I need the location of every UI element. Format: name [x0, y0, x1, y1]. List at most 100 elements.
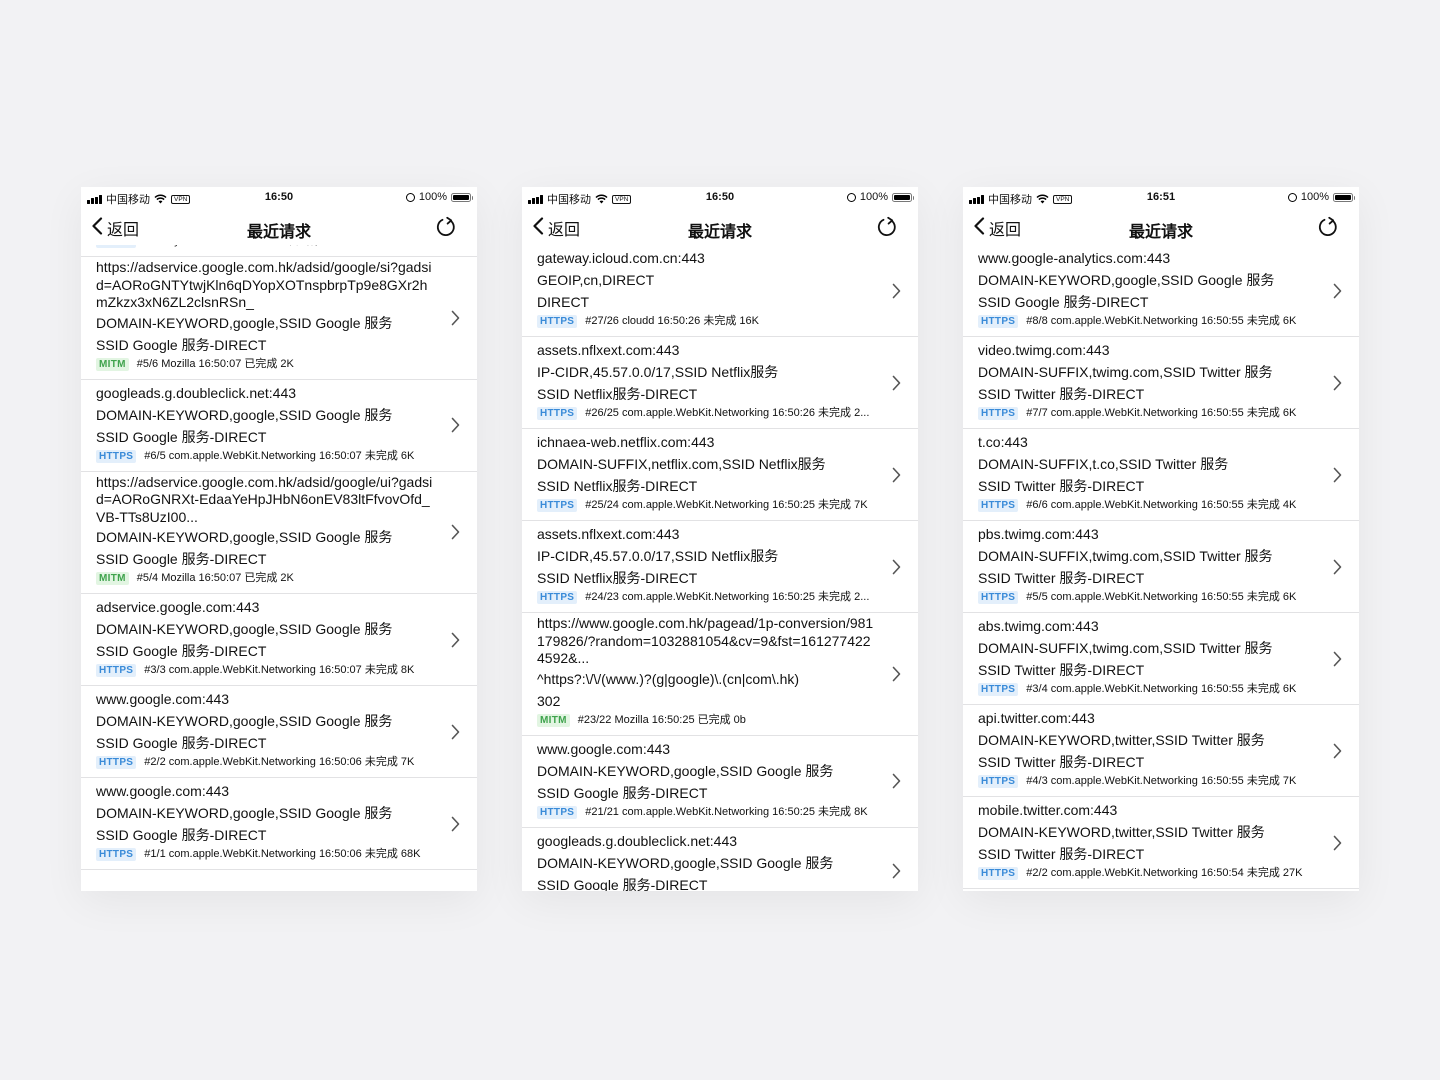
- request-rule: DOMAIN-KEYWORD,google,SSID Google 服务: [537, 854, 834, 871]
- list-item[interactable]: mobile.twitter.com:443 DOMAIN-KEYWORD,twi…: [963, 797, 1359, 889]
- request-policy: SSID Twitter 服务-DIRECT: [978, 386, 1145, 402]
- request-policy: SSID Twitter 服务-DIRECT: [978, 662, 1145, 678]
- protocol-badge: HTTPS: [96, 449, 137, 463]
- request-policy: SSID Netflix服务-DIRECT: [537, 478, 698, 494]
- request-host: ichnaea-web.netflix.com:443: [537, 434, 715, 450]
- list-item[interactable]: www.google.com:443 DOMAIN-KEYWORD,google,…: [522, 736, 918, 828]
- protocol-badge: HTTPS: [96, 848, 137, 861]
- request-meta-text: #3/3 com.apple.WebKit.Networking 16:50:0…: [144, 664, 415, 676]
- request-host: www.google.com:443: [96, 691, 230, 707]
- request-policy: DIRECT: [537, 294, 590, 310]
- request-rule: GEOIP,cn,DIRECT: [537, 272, 655, 288]
- request-list[interactable]: www.google-analytics.com:443 DOMAIN-KEYWO…: [963, 245, 1359, 891]
- protocol-badge: HTTPS: [537, 499, 578, 512]
- request-rule: DOMAIN-KEYWORD,google,SSID Google 服务: [96, 314, 393, 331]
- request-rule: DOMAIN-KEYWORD,google,SSID Google 服务: [96, 805, 393, 821]
- request-host: adservice.google.com:443: [96, 599, 260, 615]
- request-rule: DOMAIN-SUFFIX,netflix.com,SSID Netflix服务: [537, 456, 826, 472]
- request-list[interactable]: HTTPS #7/7 syncdefaultsd 16:50:08 未完成 0b h…: [81, 245, 477, 891]
- status-bar: 中国移动 VPN 16:50 100%: [81, 187, 477, 209]
- status-right: 100%: [1287, 191, 1355, 203]
- chevron-right-icon: [1333, 743, 1342, 759]
- request-policy: SSID Google 服务-DIRECT: [96, 643, 267, 659]
- chevron-right-icon: [892, 666, 901, 682]
- request-meta: HTTPS #5/5 com.apple.WebKit.Networking 16…: [978, 589, 1315, 606]
- request-policy: SSID Twitter 服务-DIRECT: [978, 570, 1145, 586]
- request-meta-text: #7/7 syncdefaultsd 16:50:08 未完成 0b: [144, 245, 333, 250]
- request-meta-text: #24/23 com.apple.WebKit.Networking 16:50…: [585, 591, 870, 603]
- request-meta: HTTPS #26/25 com.apple.WebKit.Networking …: [537, 405, 874, 422]
- protocol-badge: HTTPS: [96, 756, 137, 769]
- list-item[interactable]: abs.twimg.com:443 DOMAIN-SUFFIX,twimg.com…: [963, 613, 1359, 705]
- request-rule: DOMAIN-KEYWORD,google,SSID Google 服务: [537, 762, 834, 779]
- refresh-icon[interactable]: [876, 216, 898, 238]
- battery-percent: 100%: [859, 191, 888, 203]
- request-list[interactable]: gateway.icloud.com.cn:443 GEOIP,cn,DIRECT…: [522, 245, 918, 891]
- request-policy: SSID Google 服务-DIRECT: [96, 827, 267, 843]
- request-rule: DOMAIN-KEYWORD,google,SSID Google 服务: [96, 713, 393, 729]
- protocol-badge: HTTPS: [537, 315, 578, 328]
- request-host: https://adservice.google.com.hk/adsid/go…: [96, 259, 432, 310]
- list-item[interactable]: pbs.twimg.com:443 DOMAIN-SUFFIX,twimg.com…: [963, 521, 1359, 613]
- list-item[interactable]: assets.nflxext.com:443 IP-CIDR,45.57.0.0/…: [522, 521, 918, 613]
- request-rule: ^https?:\/\/(www.)?(g|google)\.(cn|com\.…: [537, 670, 800, 687]
- list-item[interactable]: https://www.google.com.hk/pagead/1p-conv…: [522, 613, 918, 736]
- nav-bar: 返回 最近请求: [963, 211, 1359, 245]
- list-item[interactable]: www.google-analytics.com:443 DOMAIN-KEYWO…: [963, 245, 1359, 337]
- request-host: gateway.icloud.com.cn:443: [537, 250, 705, 266]
- request-policy: SSID Google 服务-DIRECT: [96, 336, 267, 353]
- nav-bar: 返回 最近请求: [522, 211, 918, 245]
- list-item[interactable]: gateway.icloud.com.cn:443 GEOIP,cn,DIRECT…: [522, 245, 918, 337]
- chevron-right-icon: [451, 417, 460, 433]
- request-host: assets.nflxext.com:443: [537, 526, 680, 542]
- list-item[interactable]: www.google.com:443 DOMAIN-KEYWORD,google,…: [81, 686, 477, 778]
- rotation-lock-icon: [405, 192, 415, 202]
- request-host: https://adservice.google.com.hk/adsid/go…: [96, 473, 433, 525]
- request-host: www.google.com:443: [537, 740, 671, 757]
- request-meta: HTTPS #2/2 com.apple.WebKit.Networking 16…: [96, 754, 433, 771]
- list-item[interactable]: assets.nflxext.com:443 IP-CIDR,45.57.0.0/…: [522, 337, 918, 429]
- list-item[interactable]: https://adservice.google.com.hk/adsid/go…: [81, 472, 477, 594]
- chevron-right-icon: [451, 724, 460, 740]
- request-meta-text: #23/22 Mozilla 16:50:25 已完成 0b: [577, 713, 746, 726]
- request-policy: 302: [537, 692, 561, 709]
- request-host: googleads.g.doubleclick.net:443: [537, 832, 738, 849]
- request-meta-text: #5/6 Mozilla 16:50:07 已完成 2K: [136, 357, 294, 370]
- protocol-badge: HTTPS: [96, 245, 137, 248]
- status-right: 100%: [846, 191, 914, 203]
- chevron-right-icon: [892, 283, 901, 299]
- request-rule: IP-CIDR,45.57.0.0/17,SSID Netflix服务: [537, 548, 779, 564]
- request-meta: HTTPS #3/3 com.apple.WebKit.Networking 16…: [96, 662, 433, 679]
- list-item[interactable]: ichnaea-web.netflix.com:443 DOMAIN-SUFFIX…: [522, 429, 918, 521]
- request-meta-text: #8/8 com.apple.WebKit.Networking 16:50:5…: [1026, 315, 1297, 327]
- refresh-icon[interactable]: [1317, 216, 1339, 238]
- page-title: 最近请求: [687, 224, 752, 241]
- battery-percent: 100%: [418, 191, 447, 203]
- list-item[interactable]: api.twitter.com:443 DOMAIN-KEYWORD,twitte…: [963, 705, 1359, 797]
- request-meta: HTTPS #7/7 com.apple.WebKit.Networking 16…: [978, 405, 1315, 422]
- list-item[interactable]: https://adservice.google.com.hk/adsid/go…: [81, 257, 477, 380]
- list-item[interactable]: video.twimg.com:443 DOMAIN-SUFFIX,twimg.c…: [963, 337, 1359, 429]
- refresh-icon[interactable]: [435, 216, 457, 238]
- request-meta: MITM #23/22 Mozilla 16:50:25 已完成 0b: [537, 712, 874, 729]
- chevron-right-icon: [1333, 559, 1342, 575]
- battery-percent: 100%: [1300, 191, 1329, 203]
- list-item[interactable]: t.co:443 DOMAIN-SUFFIX,t.co,SSID Twitter …: [963, 429, 1359, 521]
- status-right: 100%: [405, 191, 473, 203]
- protocol-badge: HTTPS: [978, 407, 1019, 420]
- request-rule: DOMAIN-KEYWORD,google,SSID Google 服务: [96, 621, 393, 637]
- request-policy: SSID Netflix服务-DIRECT: [537, 386, 698, 402]
- list-item-partial[interactable]: HTTPS #7/7 syncdefaultsd 16:50:08 未完成 0b: [81, 245, 477, 257]
- list-item[interactable]: www.google.com:443 DOMAIN-KEYWORD,google,…: [81, 778, 477, 870]
- request-meta: HTTPS #24/23 com.apple.WebKit.Networking …: [537, 589, 874, 606]
- request-meta-text: #6/6 com.apple.WebKit.Networking 16:50:5…: [1026, 499, 1297, 511]
- phone-screen: 中国移动 VPN 16:51 100% 返回 最近请求 www.google-analyti…: [963, 187, 1359, 891]
- status-bar: 中国移动 VPN 16:50 100%: [522, 187, 918, 209]
- request-rule: IP-CIDR,45.57.0.0/17,SSID Netflix服务: [537, 364, 779, 380]
- protocol-badge: HTTPS: [978, 683, 1019, 696]
- list-item[interactable]: googleads.g.doubleclick.net:443 DOMAIN-KE…: [81, 380, 477, 472]
- request-policy: SSID Google 服务-DIRECT: [978, 294, 1149, 310]
- list-item[interactable]: adservice.google.com:443 DOMAIN-KEYWORD,g…: [81, 594, 477, 686]
- list-item[interactable]: googleads.g.doubleclick.net:443 DOMAIN-KE…: [522, 828, 918, 891]
- protocol-badge: MITM: [537, 713, 570, 727]
